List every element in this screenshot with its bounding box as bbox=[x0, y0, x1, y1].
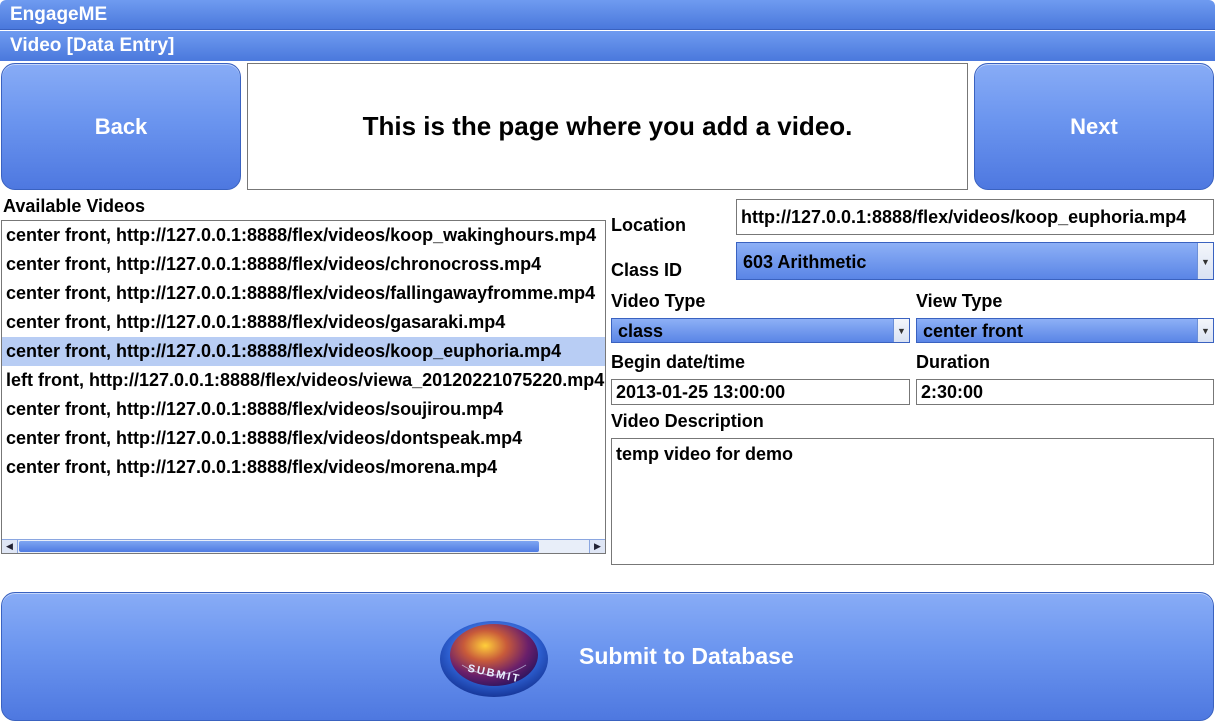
view-type-value: center front bbox=[923, 321, 1024, 341]
duration-field[interactable]: 2:30:00 bbox=[916, 379, 1214, 405]
list-item[interactable]: center front, http://127.0.0.1:8888/flex… bbox=[2, 221, 605, 250]
back-button[interactable]: Back bbox=[1, 63, 241, 190]
class-id-label: Class ID bbox=[611, 260, 683, 280]
available-videos-label: Available Videos bbox=[3, 196, 146, 216]
list-item[interactable]: center front, http://127.0.0.1:8888/flex… bbox=[2, 279, 605, 308]
arrow-left-icon[interactable]: ◀ bbox=[2, 540, 18, 553]
video-description-label: Video Description bbox=[611, 411, 764, 431]
chevron-down-icon[interactable]: ▼ bbox=[1197, 319, 1213, 342]
horizontal-scrollbar[interactable]: ◀ ▶ bbox=[2, 539, 605, 553]
app-window: EngageME Video [Data Entry] Back This is… bbox=[0, 0, 1215, 723]
begin-datetime-field[interactable]: 2013-01-25 13:00:00 bbox=[611, 379, 910, 405]
chevron-down-icon[interactable]: ▼ bbox=[893, 319, 909, 342]
begin-datetime-label: Begin date/time bbox=[611, 352, 746, 372]
class-id-select[interactable]: 603 Arithmetic ▼ bbox=[736, 242, 1214, 280]
list-item[interactable]: center front, http://127.0.0.1:8888/flex… bbox=[2, 337, 605, 366]
location-field[interactable]: http://127.0.0.1:8888/flex/videos/koop_e… bbox=[736, 199, 1214, 235]
video-type-select[interactable]: class ▼ bbox=[611, 318, 910, 343]
scrollbar-thumb[interactable] bbox=[19, 541, 539, 552]
location-label: Location bbox=[611, 215, 686, 235]
videos-list[interactable]: center front, http://127.0.0.1:8888/flex… bbox=[1, 220, 606, 554]
list-item[interactable]: center front, http://127.0.0.1:8888/flex… bbox=[2, 453, 605, 482]
chevron-down-icon[interactable]: ▼ bbox=[1197, 243, 1213, 279]
window-title: EngageME bbox=[0, 0, 1215, 30]
submit-icon: SUBMIT bbox=[440, 621, 548, 697]
video-type-label: Video Type bbox=[611, 291, 706, 311]
arrow-right-icon[interactable]: ▶ bbox=[589, 540, 605, 553]
list-item[interactable]: left front, http://127.0.0.1:8888/flex/v… bbox=[2, 366, 605, 395]
list-item[interactable]: center front, http://127.0.0.1:8888/flex… bbox=[2, 395, 605, 424]
submit-label: Submit to Database bbox=[579, 643, 794, 669]
list-item[interactable]: center front, http://127.0.0.1:8888/flex… bbox=[2, 250, 605, 279]
submit-button[interactable]: SUBMIT Submit to Database bbox=[1, 592, 1214, 721]
class-id-value: 603 Arithmetic bbox=[743, 252, 867, 272]
info-message: This is the page where you add a video. bbox=[247, 63, 968, 190]
next-button[interactable]: Next bbox=[974, 63, 1214, 190]
video-type-value: class bbox=[618, 321, 664, 341]
view-type-label: View Type bbox=[916, 291, 1003, 311]
duration-label: Duration bbox=[916, 352, 990, 372]
list-item[interactable]: center front, http://127.0.0.1:8888/flex… bbox=[2, 308, 605, 337]
view-type-select[interactable]: center front ▼ bbox=[916, 318, 1214, 343]
page-title: Video [Data Entry] bbox=[0, 31, 1215, 61]
video-description-field[interactable]: temp video for demo bbox=[611, 438, 1214, 565]
list-item[interactable]: center front, http://127.0.0.1:8888/flex… bbox=[2, 424, 605, 453]
